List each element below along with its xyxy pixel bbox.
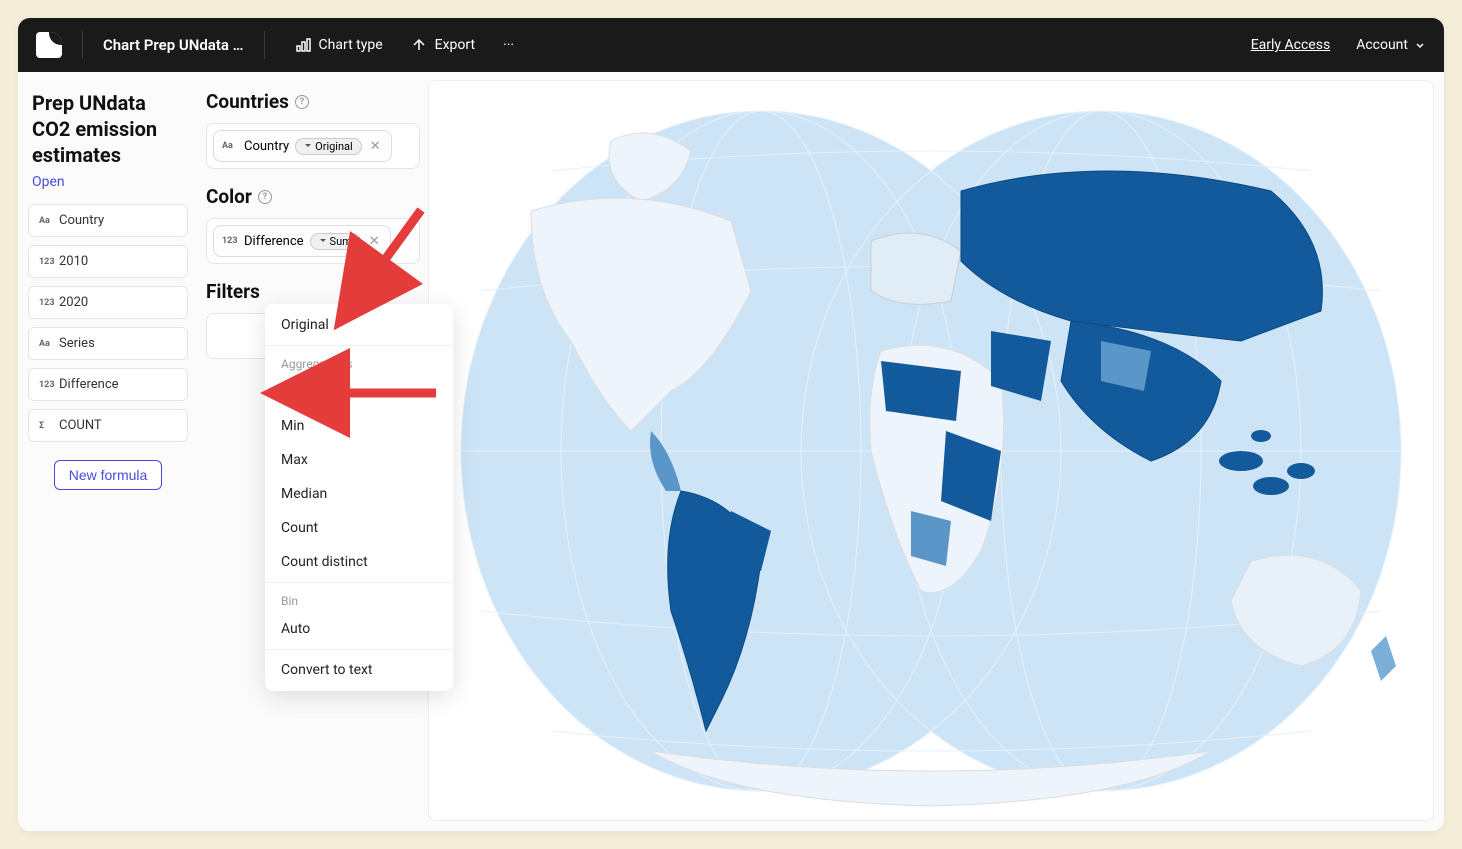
doc-title: Prep UNdata CO2 emission estimates	[28, 90, 188, 168]
countries-label-text: Countries	[206, 90, 289, 113]
fields-sidebar: Prep UNdata CO2 emission estimates Open …	[18, 72, 198, 831]
field-2010[interactable]: 123 2010	[28, 245, 188, 278]
field-label: Series	[59, 336, 95, 351]
chart-icon	[295, 37, 311, 53]
account-menu[interactable]: Account	[1356, 37, 1426, 53]
divider	[265, 649, 453, 650]
field-label: 2010	[59, 254, 88, 269]
export-button[interactable]: Export	[401, 31, 485, 59]
export-label: Export	[435, 37, 475, 53]
field-difference[interactable]: 123 Difference	[28, 368, 188, 401]
dd-item-median[interactable]: Median	[265, 477, 453, 511]
aggregation-dropdown: Original Aggregations Sum Min Max Median…	[265, 304, 453, 691]
field-label: Difference	[59, 377, 119, 392]
top-bar: Chart Prep UNdata … Chart type Export ··…	[18, 18, 1444, 72]
logo-icon[interactable]	[36, 32, 62, 58]
countries-chip[interactable]: Aa Country Original ✕	[213, 130, 392, 162]
type-number-icon: 123	[39, 298, 53, 308]
color-label-text: Color	[206, 185, 252, 208]
field-count[interactable]: Σ COUNT	[28, 409, 188, 442]
agg-label: Original	[315, 140, 353, 153]
color-chip[interactable]: 123 Difference Sum ✕	[213, 225, 391, 257]
field-label: Country	[59, 213, 104, 228]
type-text-icon: Aa	[222, 141, 236, 151]
filters-section-label: Filters	[206, 280, 420, 303]
field-country[interactable]: Aa Country	[28, 204, 188, 237]
chevron-down-icon	[304, 142, 312, 150]
app-window: Chart Prep UNdata … Chart type Export ··…	[18, 18, 1444, 831]
type-number-icon: 123	[39, 380, 53, 390]
world-map	[429, 81, 1433, 820]
divider	[264, 31, 265, 59]
chevron-down-icon	[1414, 39, 1426, 51]
agg-label: Sum	[330, 235, 352, 248]
dd-item-count[interactable]: Count	[265, 511, 453, 545]
dd-item-min[interactable]: Min	[265, 409, 453, 443]
main-area: Prep UNdata CO2 emission estimates Open …	[18, 72, 1444, 831]
dd-header-bin: Bin	[265, 586, 453, 612]
color-section-label: Color ?	[206, 185, 420, 208]
info-icon[interactable]: ?	[258, 190, 272, 204]
divider	[265, 345, 453, 346]
info-icon[interactable]: ?	[295, 95, 309, 109]
field-series[interactable]: Aa Series	[28, 327, 188, 360]
new-formula-button[interactable]: New formula	[54, 460, 163, 490]
filters-label-text: Filters	[206, 280, 260, 303]
dd-item-sum[interactable]: Sum	[265, 375, 453, 409]
chart-canvas[interactable]	[428, 80, 1434, 821]
color-drop-zone[interactable]: 123 Difference Sum ✕	[206, 218, 420, 264]
type-text-icon: Aa	[39, 339, 53, 349]
chart-type-label: Chart type	[319, 37, 383, 53]
divider	[265, 582, 453, 583]
divider	[82, 31, 83, 59]
dd-item-auto[interactable]: Auto	[265, 612, 453, 646]
type-text-icon: Aa	[39, 216, 53, 226]
field-2020[interactable]: 123 2020	[28, 286, 188, 319]
field-label: COUNT	[59, 418, 102, 433]
type-sigma-icon: Σ	[39, 421, 53, 431]
share-icon	[411, 37, 427, 53]
chip-name: Country	[244, 139, 289, 154]
open-link[interactable]: Open	[28, 174, 188, 190]
agg-badge-original[interactable]: Original	[295, 138, 362, 155]
countries-section-label: Countries ?	[206, 90, 420, 113]
field-label: 2020	[59, 295, 88, 310]
chevron-down-icon	[319, 237, 327, 245]
field-list: Aa Country 123 2010 123 2020 Aa Series 1…	[28, 204, 188, 442]
countries-drop-zone[interactable]: Aa Country Original ✕	[206, 123, 420, 169]
account-label: Account	[1356, 37, 1408, 53]
document-title[interactable]: Chart Prep UNdata …	[103, 36, 244, 54]
chip-name: Difference	[244, 234, 304, 249]
ellipsis-icon: ···	[503, 37, 514, 53]
remove-chip-button[interactable]: ✕	[367, 234, 382, 249]
remove-chip-button[interactable]: ✕	[368, 139, 383, 154]
dd-item-original[interactable]: Original	[265, 308, 453, 342]
dd-item-max[interactable]: Max	[265, 443, 453, 477]
dd-header-aggregations: Aggregations	[265, 349, 453, 375]
chart-type-button[interactable]: Chart type	[285, 31, 393, 59]
dd-item-convert[interactable]: Convert to text	[265, 653, 453, 687]
early-access-link[interactable]: Early Access	[1251, 37, 1330, 53]
type-number-icon: 123	[39, 257, 53, 267]
more-button[interactable]: ···	[493, 31, 524, 59]
type-number-icon: 123	[222, 236, 236, 246]
dd-item-count-distinct[interactable]: Count distinct	[265, 545, 453, 579]
agg-badge-sum[interactable]: Sum	[310, 233, 361, 250]
